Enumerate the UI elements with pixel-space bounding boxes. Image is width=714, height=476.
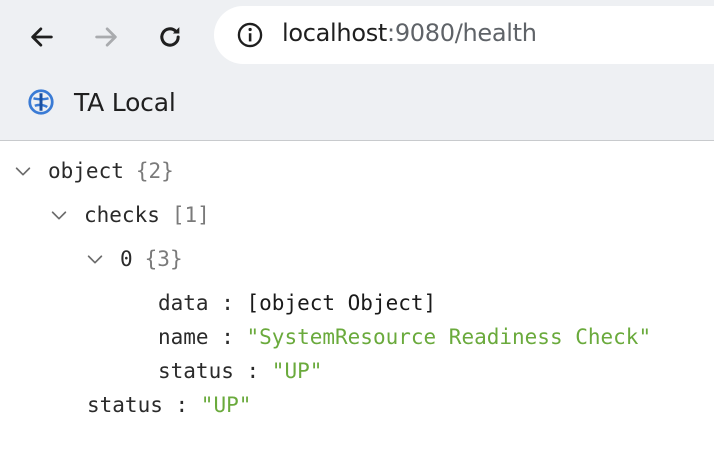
chevron-down-icon[interactable]	[84, 248, 106, 270]
leaf-value: "UP"	[271, 359, 323, 383]
info-icon[interactable]	[236, 21, 264, 49]
node-key: checks	[84, 203, 160, 227]
chevron-down-icon[interactable]	[12, 160, 34, 182]
bookmark-favicon-icon	[28, 89, 54, 115]
back-button[interactable]	[22, 18, 62, 56]
tree-leaf-name: name : "SystemResource Readiness Check"	[158, 325, 652, 349]
chevron-down-icon[interactable]	[48, 204, 70, 226]
json-viewer: object {2} checks [1] 0 {3} data : [object …	[0, 141, 714, 476]
leaf-value: "SystemResource Readiness Check"	[246, 325, 652, 349]
url-text[interactable]: localhost:9080/health	[282, 19, 537, 47]
node-key: 0	[120, 247, 133, 271]
node-count: {3}	[144, 247, 183, 271]
reload-icon	[160, 27, 180, 47]
bookmark-ta-local[interactable]: TA Local	[26, 82, 176, 122]
forward-button[interactable]	[86, 18, 126, 56]
tree-leaf-status: status : "UP"	[158, 359, 323, 383]
tree-node-root[interactable]: object {2}	[12, 154, 174, 188]
leaf-key: status	[87, 393, 163, 417]
leaf-key: data	[158, 291, 209, 315]
reload-button[interactable]	[150, 18, 190, 56]
back-arrow-icon	[31, 27, 53, 47]
node-count: [1]	[171, 203, 210, 227]
browser-chrome: localhost:9080/health TA Local	[0, 0, 714, 141]
tree-leaf-top-status: status : "UP"	[87, 393, 252, 417]
leaf-value: [object Object]	[246, 291, 437, 315]
url-path: :9080/health	[387, 19, 537, 47]
leaf-value: "UP"	[200, 393, 252, 417]
leaf-key: name	[158, 325, 209, 349]
url-host: localhost	[282, 19, 388, 47]
node-key: object	[48, 159, 124, 183]
address-bar[interactable]: localhost:9080/health	[214, 6, 714, 64]
tree-node-item-0[interactable]: 0 {3}	[84, 242, 183, 276]
tree-leaf-data: data : [object Object]	[158, 291, 437, 315]
leaf-key: status	[158, 359, 234, 383]
node-count: {2}	[135, 159, 174, 183]
bookmark-label: TA Local	[74, 87, 176, 117]
tree-node-checks[interactable]: checks [1]	[48, 198, 210, 232]
forward-arrow-icon	[95, 27, 117, 47]
